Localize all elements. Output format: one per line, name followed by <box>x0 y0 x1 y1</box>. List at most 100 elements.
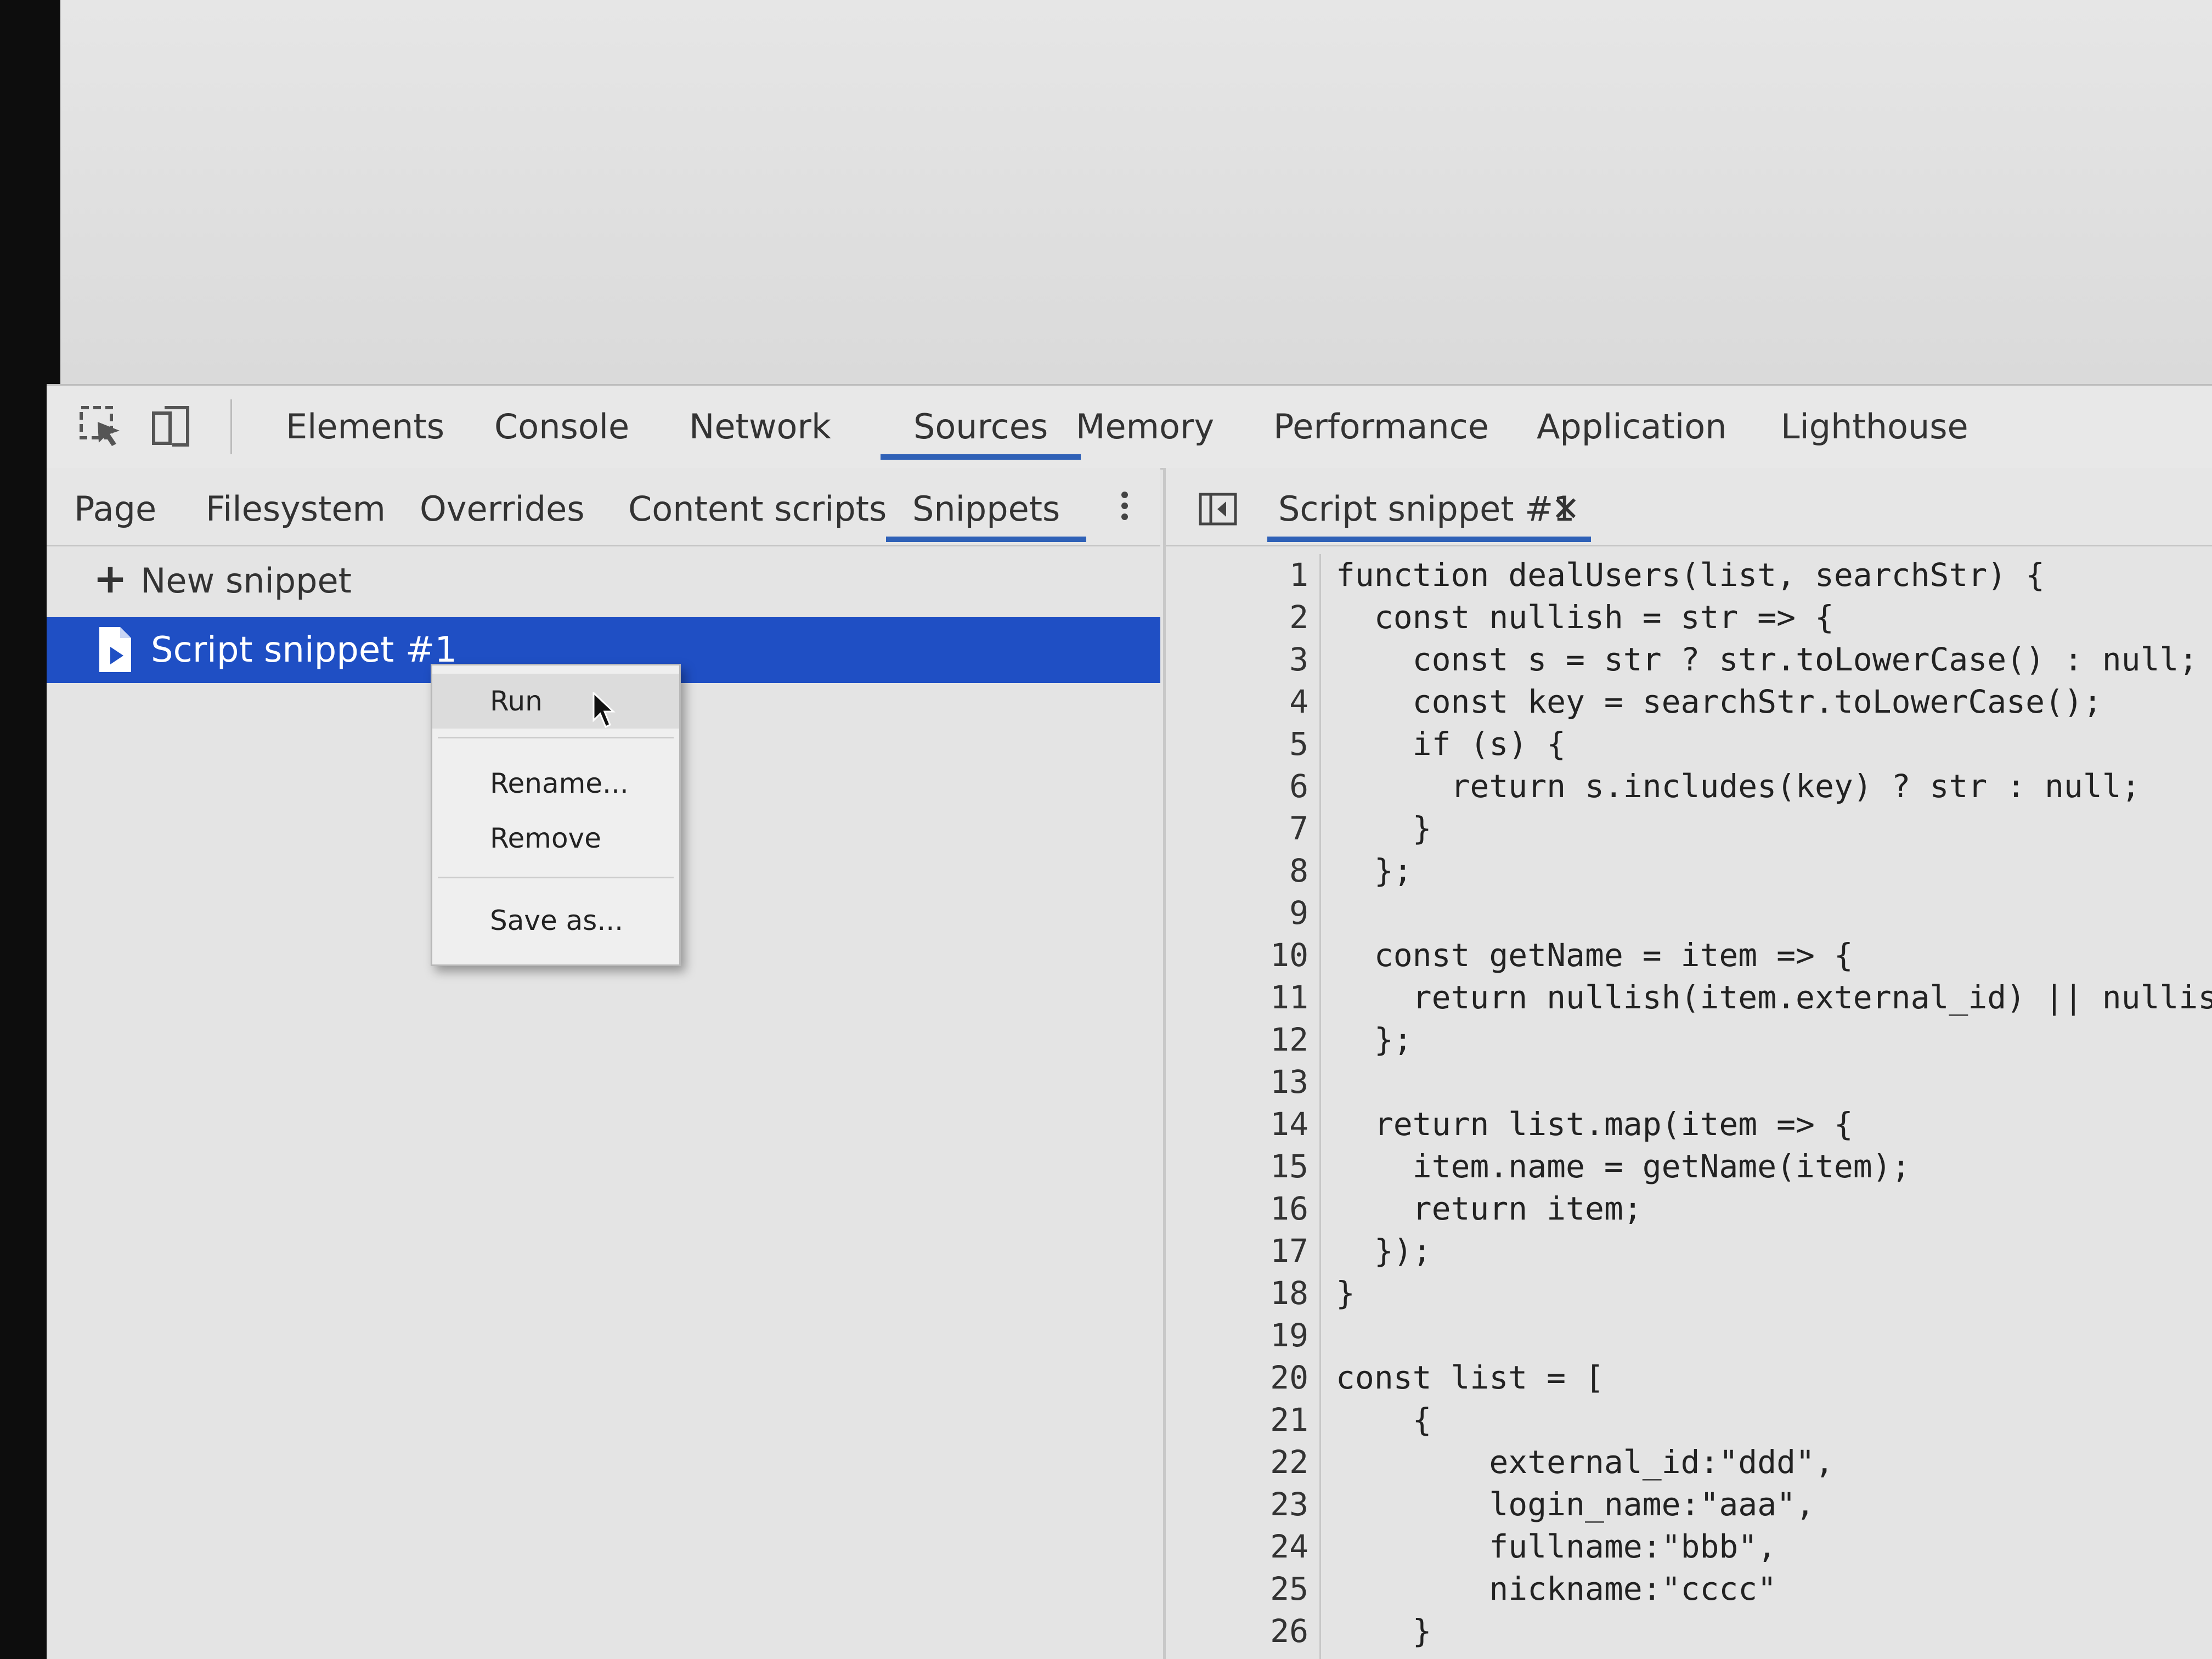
line-number[interactable]: 17 <box>1166 1230 1308 1272</box>
code-line[interactable]: 26 } <box>1166 1610 2212 1652</box>
line-number[interactable]: 11 <box>1166 977 1308 1019</box>
code-line[interactable]: 6 return s.includes(key) ? str : null; <box>1166 765 2212 808</box>
line-number[interactable]: 3 <box>1166 639 1308 681</box>
tab-performance[interactable]: Performance <box>1270 399 1492 454</box>
tab-snippets[interactable]: Snippets <box>886 482 1087 542</box>
code-text[interactable]: } <box>1336 1610 1432 1652</box>
tab-memory[interactable]: Memory <box>1073 399 1217 454</box>
line-number[interactable]: 9 <box>1166 892 1308 934</box>
code-line[interactable]: 3 const s = str ? str.toLowerCase() : nu… <box>1166 639 2212 681</box>
close-icon[interactable]: ✕ <box>1551 482 1580 537</box>
menu-item-run[interactable]: Run <box>432 674 679 729</box>
tab-page[interactable]: Page <box>74 482 156 537</box>
code-line[interactable]: 15 item.name = getName(item); <box>1166 1146 2212 1188</box>
line-number[interactable]: 8 <box>1166 850 1308 892</box>
code-line[interactable]: 13 <box>1166 1061 2212 1103</box>
code-text[interactable]: } <box>1336 808 1432 850</box>
code-line[interactable]: 18} <box>1166 1272 2212 1314</box>
editor-file-tab[interactable]: Script snippet #1 ✕ <box>1267 482 1591 542</box>
line-number[interactable]: 15 <box>1166 1146 1308 1188</box>
code-text[interactable]: return item; <box>1336 1188 1643 1230</box>
code-text[interactable]: nickname:"cccc" <box>1336 1568 1776 1610</box>
line-number[interactable]: 12 <box>1166 1019 1308 1061</box>
code-text[interactable]: return nullish(item.external_id) || null… <box>1336 977 2212 1019</box>
code-text[interactable]: return s.includes(key) ? str : null; <box>1336 765 2141 808</box>
line-number[interactable]: 25 <box>1166 1568 1308 1610</box>
code-text[interactable]: const key = searchStr.toLowerCase(); <box>1336 681 2102 723</box>
code-text[interactable]: const nullish = str => { <box>1336 596 1834 639</box>
code-text[interactable]: const s = str ? str.toLowerCase() : null… <box>1336 639 2198 681</box>
tab-lighthouse[interactable]: Lighthouse <box>1778 399 1972 454</box>
code-line[interactable]: 22 external_id:"ddd", <box>1166 1441 2212 1483</box>
code-line[interactable]: 12 }; <box>1166 1019 2212 1061</box>
tab-overrides[interactable]: Overrides <box>420 482 585 537</box>
line-number[interactable]: 1 <box>1166 554 1308 596</box>
code-line[interactable]: 2 const nullish = str => { <box>1166 596 2212 639</box>
code-line[interactable]: 14 return list.map(item => { <box>1166 1103 2212 1146</box>
code-text[interactable]: const list = [ <box>1336 1357 1604 1399</box>
code-line[interactable]: 5 if (s) { <box>1166 723 2212 765</box>
code-line[interactable]: 24 fullname:"bbb", <box>1166 1526 2212 1568</box>
line-number[interactable]: 19 <box>1166 1314 1308 1357</box>
code-line[interactable]: 10 const getName = item => { <box>1166 934 2212 977</box>
line-number[interactable]: 21 <box>1166 1399 1308 1441</box>
code-line[interactable]: 8 }; <box>1166 850 2212 892</box>
code-text[interactable]: return list.map(item => { <box>1336 1103 1853 1146</box>
line-number[interactable]: 5 <box>1166 723 1308 765</box>
code-line[interactable]: 1 function dealUsers(list, searchStr) { <box>1166 554 2212 596</box>
code-text[interactable]: item.name = getName(item); <box>1336 1146 1911 1188</box>
code-line[interactable]: 11 return nullish(item.external_id) || n… <box>1166 977 2212 1019</box>
line-number[interactable]: 26 <box>1166 1610 1308 1652</box>
code-text[interactable]: }); <box>1336 1230 1432 1272</box>
line-number[interactable]: 13 <box>1166 1061 1308 1103</box>
code-line[interactable]: 4 const key = searchStr.toLowerCase(); <box>1166 681 2212 723</box>
code-text[interactable]: } <box>1336 1272 1355 1314</box>
code-line[interactable]: 9 <box>1166 892 2212 934</box>
toggle-navigator-icon[interactable] <box>1199 493 1237 526</box>
code-editor[interactable]: 1 function dealUsers(list, searchStr) {2 … <box>1166 554 2212 1659</box>
tab-network[interactable]: Network <box>686 399 834 454</box>
line-number[interactable]: 18 <box>1166 1272 1308 1314</box>
code-line[interactable]: 25 nickname:"cccc" <box>1166 1568 2212 1610</box>
code-text[interactable]: external_id:"ddd", <box>1336 1441 1834 1483</box>
code-text[interactable]: login_name:"aaa", <box>1336 1483 1815 1526</box>
code-text[interactable]: }; <box>1336 1019 1413 1061</box>
line-number[interactable]: 22 <box>1166 1441 1308 1483</box>
menu-item-rename[interactable]: Rename... <box>432 756 679 811</box>
line-number[interactable]: 6 <box>1166 765 1308 808</box>
tab-filesystem[interactable]: Filesystem <box>206 482 386 537</box>
line-number[interactable]: 24 <box>1166 1526 1308 1568</box>
code-line[interactable]: 16 return item; <box>1166 1188 2212 1230</box>
code-text[interactable]: const getName = item => { <box>1336 934 1853 977</box>
inspect-element-icon[interactable] <box>77 402 126 452</box>
code-line[interactable]: 7 } <box>1166 808 2212 850</box>
menu-item-save-as[interactable]: Save as... <box>432 893 679 948</box>
code-line[interactable]: 19 <box>1166 1314 2212 1357</box>
code-line[interactable]: 20 const list = [ <box>1166 1357 2212 1399</box>
device-toolbar-icon[interactable] <box>148 402 198 452</box>
line-number[interactable]: 2 <box>1166 596 1308 639</box>
line-number[interactable]: 14 <box>1166 1103 1308 1146</box>
code-line[interactable]: 21 { <box>1166 1399 2212 1441</box>
line-number[interactable]: 4 <box>1166 681 1308 723</box>
line-number[interactable]: 16 <box>1166 1188 1308 1230</box>
code-text[interactable]: }; <box>1336 850 1413 892</box>
tab-application[interactable]: Application <box>1533 399 1730 454</box>
code-line[interactable]: 23 login_name:"aaa", <box>1166 1483 2212 1526</box>
tab-elements[interactable]: Elements <box>283 399 448 454</box>
line-number[interactable]: 10 <box>1166 934 1308 977</box>
code-text[interactable]: if (s) { <box>1336 723 1566 765</box>
code-text[interactable]: function dealUsers(list, searchStr) { <box>1336 554 2045 596</box>
tab-sources[interactable]: Sources <box>881 399 1081 460</box>
code-text[interactable]: { <box>1336 1399 1432 1441</box>
new-snippet-button[interactable]: + New snippet <box>93 551 352 606</box>
line-number[interactable]: 7 <box>1166 808 1308 850</box>
line-number[interactable]: 20 <box>1166 1357 1308 1399</box>
code-text[interactable]: fullname:"bbb", <box>1336 1526 1776 1568</box>
code-line[interactable]: 17 }); <box>1166 1230 2212 1272</box>
tab-content-scripts[interactable]: Content scripts <box>628 482 887 537</box>
menu-item-remove[interactable]: Remove <box>432 811 679 866</box>
tab-console[interactable]: Console <box>491 399 633 454</box>
more-options-icon[interactable] <box>1114 487 1136 531</box>
line-number[interactable]: 23 <box>1166 1483 1308 1526</box>
